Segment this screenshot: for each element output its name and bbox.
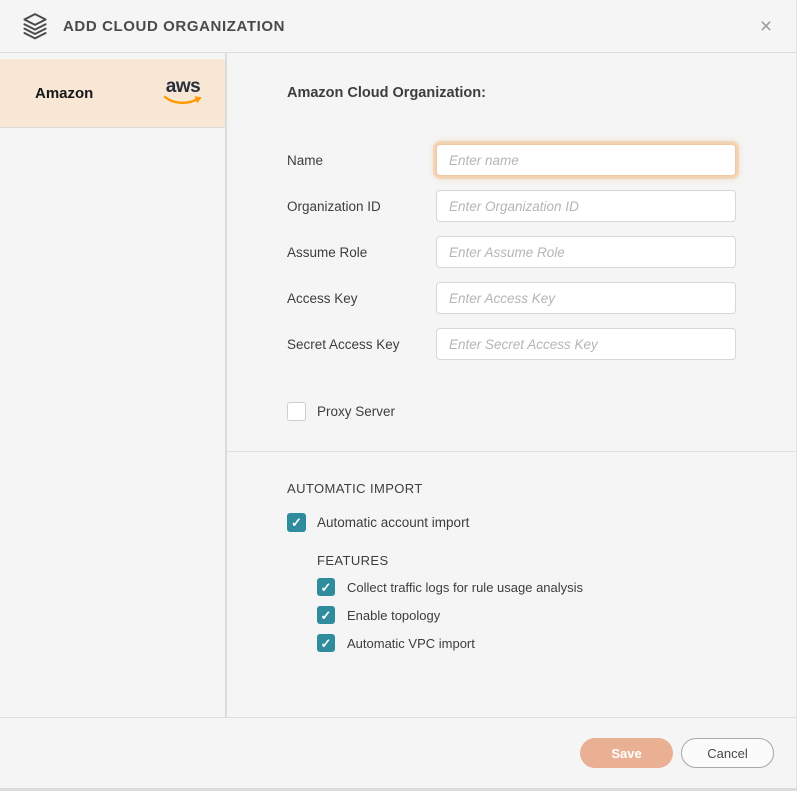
field-row-secret-access-key: Secret Access Key [287,328,736,360]
form-content: Amazon Cloud Organization: Name Organiza… [227,53,796,717]
enable-topology-label: Enable topology [347,608,440,623]
automatic-vpc-import-checkbox[interactable] [317,634,335,652]
provider-sidebar: Amazon aws [0,53,227,717]
cancel-button[interactable]: Cancel [681,738,774,768]
enable-topology-checkbox[interactable] [317,606,335,624]
secret-access-key-input[interactable] [436,328,736,360]
credential-fields: Name Organization ID Assume Role Access … [287,144,736,360]
assume-role-input[interactable] [436,236,736,268]
field-row-organization-id: Organization ID [287,190,736,222]
proxy-server-label: Proxy Server [317,404,395,419]
name-input[interactable] [436,144,736,176]
features-heading: FEATURES [317,553,736,568]
dialog-header: ADD CLOUD ORGANIZATION × [0,0,796,53]
section-divider [227,451,796,452]
automatic-account-import-label: Automatic account import [317,515,469,530]
add-cloud-organization-dialog: ADD CLOUD ORGANIZATION × Amazon aws Amaz… [0,0,797,791]
assume-role-label: Assume Role [287,245,436,260]
dialog-body: Amazon aws Amazon Cloud Organization: Na… [0,53,796,718]
automatic-import-heading: AUTOMATIC IMPORT [287,481,736,496]
close-icon[interactable]: × [752,12,780,40]
features-block: FEATURES Collect traffic logs for rule u… [287,553,736,652]
organization-id-input[interactable] [436,190,736,222]
sidebar-item-amazon[interactable]: Amazon aws [0,59,225,128]
collect-traffic-logs-checkbox[interactable] [317,578,335,596]
access-key-label: Access Key [287,291,436,306]
secret-access-key-label: Secret Access Key [287,337,436,352]
field-row-assume-role: Assume Role [287,236,736,268]
feature-row-traffic-logs[interactable]: Collect traffic logs for rule usage anal… [317,578,736,596]
field-row-name: Name [287,144,736,176]
field-row-access-key: Access Key [287,282,736,314]
aws-logo-icon: aws [162,79,204,107]
proxy-server-checkbox[interactable] [287,402,306,421]
dialog-footer: Save Cancel [0,718,796,788]
layers-icon [20,11,50,41]
collect-traffic-logs-label: Collect traffic logs for rule usage anal… [347,580,583,595]
organization-id-label: Organization ID [287,199,436,214]
form-heading: Amazon Cloud Organization: [287,85,736,101]
sidebar-item-label: Amazon [35,85,162,102]
name-label: Name [287,153,436,168]
automatic-account-import-checkbox[interactable] [287,513,306,532]
access-key-input[interactable] [436,282,736,314]
proxy-server-checkbox-row[interactable]: Proxy Server [287,402,736,421]
dialog-title: ADD CLOUD ORGANIZATION [63,18,285,35]
automatic-account-import-row[interactable]: Automatic account import [287,513,736,532]
automatic-vpc-import-label: Automatic VPC import [347,636,475,651]
save-button[interactable]: Save [580,738,673,768]
feature-row-automatic-vpc-import[interactable]: Automatic VPC import [317,634,736,652]
feature-row-enable-topology[interactable]: Enable topology [317,606,736,624]
